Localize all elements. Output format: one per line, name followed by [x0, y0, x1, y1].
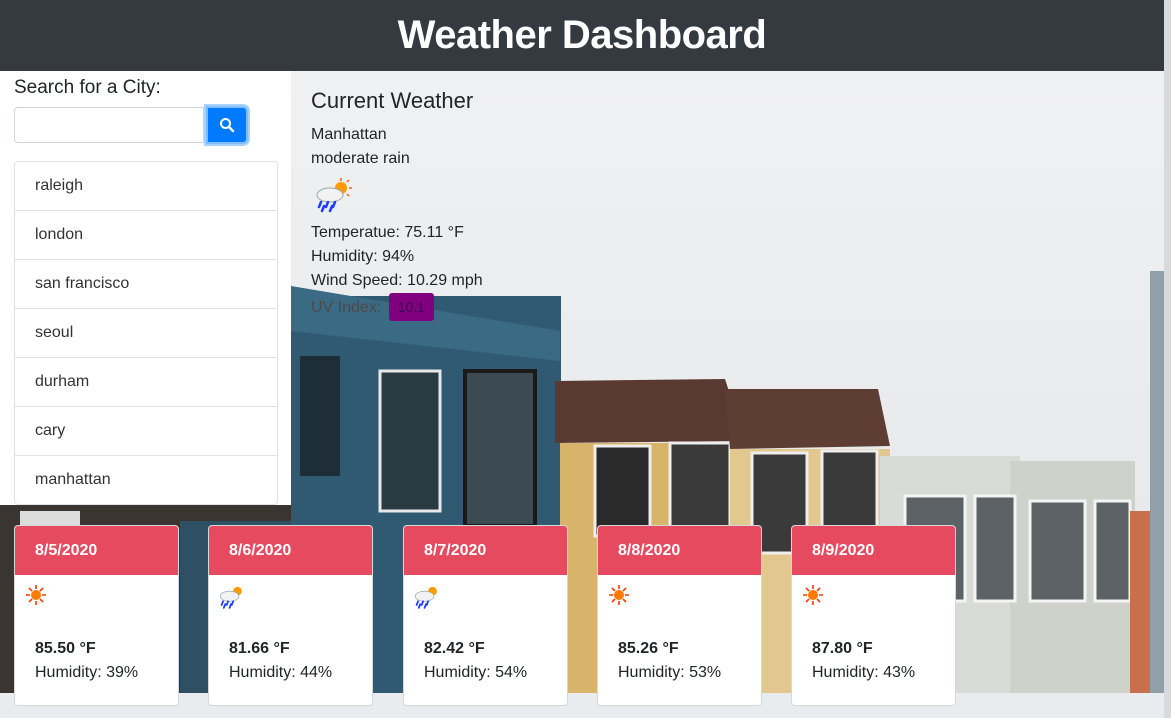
forecast-card: 8/6/2020 81.66 °F Humidity: 44%	[208, 525, 373, 706]
forecast-card: 8/8/2020 85.26 °F Humidity: 53%	[597, 525, 762, 706]
city-item-seoul[interactable]: seoul	[15, 308, 277, 357]
city-item-san-francisco[interactable]: san francisco	[15, 259, 277, 308]
forecast-humidity: Humidity: 53%	[618, 664, 722, 681]
search-icon	[220, 118, 235, 133]
forecast-humidity: Humidity: 54%	[424, 664, 528, 681]
current-city: Manhattan	[311, 126, 387, 143]
forecast-temp: 82.42 °F	[424, 640, 485, 657]
forecast-temp: 85.50 °F	[35, 640, 96, 657]
uv-index-row: UV Index: 10.1	[311, 293, 434, 321]
search-input[interactable]	[14, 107, 204, 143]
city-item-durham[interactable]: durham	[15, 357, 277, 406]
forecast-temp: 81.66 °F	[229, 640, 290, 657]
search-label: Search for a City:	[14, 77, 161, 98]
forecast-date: 8/6/2020	[209, 526, 372, 575]
city-history-list: raleigh london san francisco seoul durha…	[14, 161, 278, 505]
rain-sun-icon	[410, 584, 442, 615]
current-wind: Wind Speed: 10.29 mph	[311, 272, 483, 289]
forecast-card: 8/9/2020 87.80 °F Humidity: 43%	[791, 525, 956, 706]
forecast-humidity: Humidity: 44%	[229, 664, 333, 681]
forecast-date: 8/5/2020	[15, 526, 178, 575]
sun-icon	[802, 584, 824, 611]
forecast-date: 8/8/2020	[598, 526, 761, 575]
uv-index-label: UV Index:	[311, 299, 382, 316]
current-weather-heading: Current Weather	[311, 88, 474, 113]
forecast-card: 8/7/2020 82.42 °F Humidity: 54%	[403, 525, 568, 706]
search-button[interactable]	[206, 106, 248, 144]
rain-sun-icon	[215, 584, 247, 615]
uv-index-badge: 10.1	[388, 293, 434, 321]
forecast-date: 8/9/2020	[792, 526, 955, 575]
current-weather-section: Current Weather	[311, 88, 473, 114]
current-temperature: Temperatue: 75.11 °F	[311, 224, 464, 241]
current-humidity: Humidity: 94%	[311, 248, 415, 265]
sun-icon	[25, 584, 47, 611]
city-item-cary[interactable]: cary	[15, 406, 277, 455]
sun-icon	[608, 584, 630, 611]
forecast-temp: 87.80 °F	[812, 640, 873, 657]
rain-sun-icon	[311, 178, 353, 219]
forecast-card: 8/5/2020 85.50 °F Humidity: 39%	[14, 525, 179, 706]
forecast-temp: 85.26 °F	[618, 640, 679, 657]
forecast-date: 8/7/2020	[404, 526, 567, 575]
app-header: Weather Dashboard	[0, 0, 1164, 71]
city-item-raleigh[interactable]: raleigh	[15, 162, 277, 210]
forecast-humidity: Humidity: 39%	[35, 664, 139, 681]
city-item-london[interactable]: london	[15, 210, 277, 259]
page-title: Weather Dashboard	[397, 13, 767, 57]
forecast-humidity: Humidity: 43%	[812, 664, 916, 681]
city-item-manhattan[interactable]: manhattan	[15, 455, 277, 504]
current-description: moderate rain	[311, 150, 410, 167]
window-edge	[1164, 0, 1171, 718]
